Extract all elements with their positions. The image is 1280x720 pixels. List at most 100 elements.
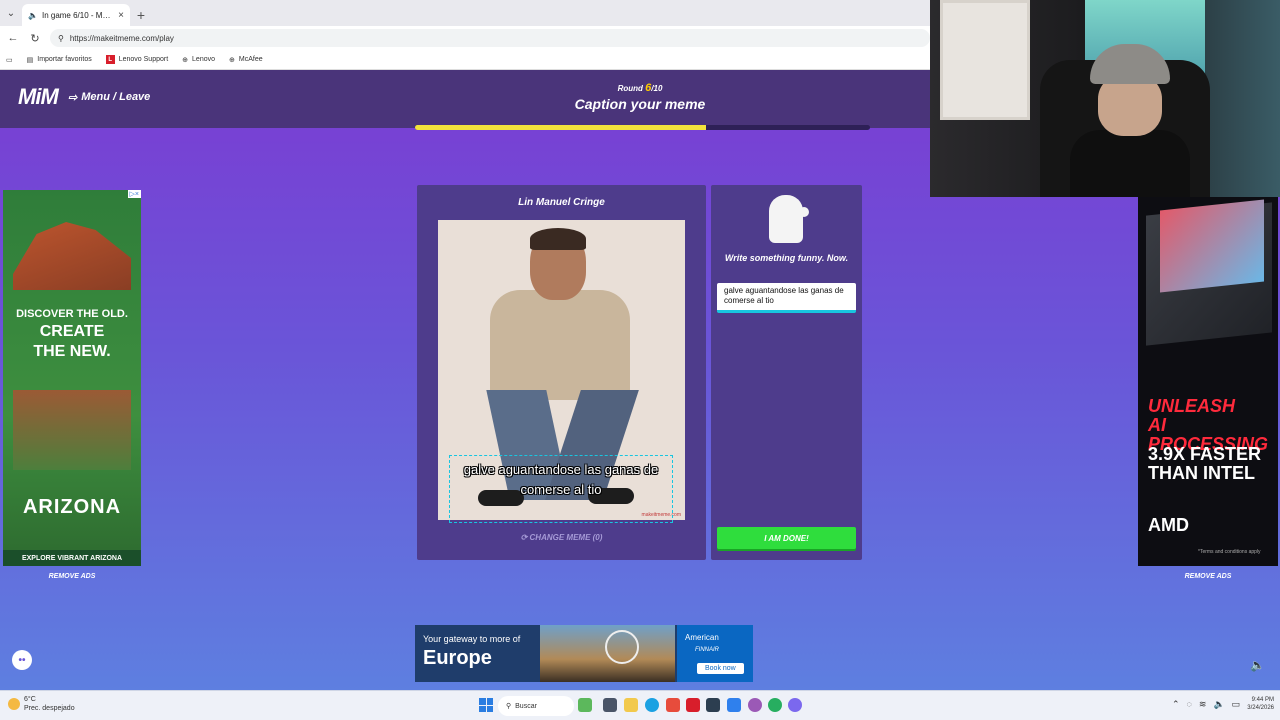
ad-fine-print: *Terms and conditions apply [1198,549,1261,555]
ghost-hand-icon [799,207,809,217]
ad-left-arizona[interactable]: DISCOVER THE OLD. CREATE THE NEW. ARIZON… [3,190,141,566]
site-info-icon[interactable]: ⚲ [58,34,64,43]
ad-line: CREATE [39,322,105,340]
bookmark-mcafee[interactable]: ⊕ McAfee [229,56,263,64]
bookmark-importar[interactable]: ▤ Importar favoritos [27,56,92,64]
write-prompt: Write something funny. Now. [724,253,849,263]
weather-widget[interactable]: 6°C Prec. despejado [8,695,75,713]
ad-american-logo: American [685,633,719,642]
discord-icon[interactable] [788,698,802,712]
ferris-wheel-icon [605,630,639,664]
back-arrow-icon[interactable]: ← [6,32,20,44]
tab-actions-icon[interactable]: ▭ [6,56,13,64]
bookmarks-bar: ▭ ▤ Importar favoritos L Lenovo Support ⊕ L… [0,50,930,70]
webcam-overlay [930,0,1280,197]
battery-icon[interactable]: ▭ [1232,699,1241,710]
chevron-up-icon[interactable]: ⌃ [1172,699,1180,710]
edge-icon[interactable] [645,698,659,712]
tray-app-icon[interactable]: ◌ [1187,699,1192,710]
globe-icon: ⊕ [229,56,235,64]
round-total: /10 [651,84,663,93]
ad-europe-text: Europe [423,647,492,669]
windows-start-icon[interactable] [479,698,493,712]
done-button[interactable]: I AM DONE! [717,527,856,549]
weather-sun-icon [8,698,20,711]
tab-title: In game 6/10 - Make It Meme [41,10,115,20]
ad-rock-image [13,222,131,290]
remove-ads-left[interactable]: REMOVE ADS [3,573,141,580]
bookmark-label: Importar favoritos [37,56,92,63]
write-panel: Write something funny. Now. galve aguant… [711,185,862,560]
remove-ads-right[interactable]: REMOVE ADS [1138,573,1278,580]
address-bar-row: ← ↻ ⚲ https://makeitmeme.com/play [0,26,930,50]
taskbar-search[interactable]: ⚲ Buscar [498,696,574,716]
clock-time: 9:44 PM [1251,697,1274,703]
taskbar-app-icon[interactable] [748,698,762,712]
calculator-icon[interactable] [706,698,720,712]
reload-icon[interactable]: ↻ [28,32,42,45]
search-icon: ⚲ [506,703,512,710]
volume-icon[interactable]: 🔈 [1250,658,1265,672]
bookmark-lenovo[interactable]: ⊕ Lenovo [182,56,215,64]
ad-laptop-screen [1160,199,1264,293]
taskbar-app-icon[interactable] [666,698,680,712]
ad-bottom-europe[interactable]: Your gateway to more of Europe American … [415,625,753,682]
bookmark-label: McAfee [238,56,263,63]
change-meme-label: CHANGE MEME (0) [529,533,603,542]
chat-bubble-icon[interactable]: •• [12,650,32,670]
meme-figure-shirt [490,290,630,400]
weather-desc: Prec. despejado [24,705,75,713]
meme-caption-box[interactable]: galve aguantandose las ganas de comerse … [449,455,673,523]
round-label: Round [617,84,643,93]
ad-footer: EXPLORE VIBRANT ARIZONA [3,550,141,566]
chrome-icon[interactable] [768,698,782,712]
taskbar-app-icon[interactable] [603,698,617,712]
round-timer-bar [415,125,870,130]
amd-logo: AMD [1148,515,1189,535]
round-timer-fill [415,125,707,130]
taskbar-search-label: Buscar [515,702,537,710]
wifi-icon[interactable]: ≋ [1199,699,1207,710]
meme-panel: Lin Manuel Cringe makeitmeme.com galve a… [417,185,706,560]
browser-tab-active[interactable]: 🔈 In game 6/10 - Make It Meme × [22,4,130,26]
webcam-door [940,0,1030,120]
lenovo-icon[interactable] [686,698,700,712]
ad-line: 3.9X FASTER [1148,444,1262,464]
speaker-icon: 🔈 [28,10,38,20]
speaker-icon[interactable]: 🔈 [1213,699,1224,710]
system-tray[interactable]: ⌃ ◌ ≋ 🔈 ▭ [1172,699,1240,710]
windows-taskbar: 6°C Prec. despejado ⚲ Buscar ⌃ ◌ ≋ 🔈 ▭ 9… [0,690,1280,720]
bookmark-label: Lenovo [192,56,215,63]
ad-sub: 3.9X FASTER THAN INTEL [1148,445,1276,483]
file-explorer-icon[interactable] [624,698,638,712]
ad-line: DISCOVER THE OLD. [16,308,128,320]
ad-line: THE NEW. [33,342,111,360]
ad-finnair-logo: FINNAIR [695,647,719,653]
adchoices-icon[interactable]: ▷× [127,190,141,198]
ad-waterfall-image [13,390,131,470]
lenovo-l-icon: L [105,55,115,64]
bookmark-lenovo-support[interactable]: L Lenovo Support [105,55,169,64]
meme-figure-hair [530,228,586,250]
url-field[interactable]: ⚲ https://makeitmeme.com/play [50,29,930,47]
caption-input[interactable]: galve aguantandose las ganas de comerse … [717,283,856,313]
tab-list-chevron-icon[interactable]: ⌄ [0,0,22,26]
change-meme-button[interactable]: ⟳ CHANGE MEME (0) [417,533,706,542]
webcam-person-shirt [1070,130,1190,197]
book-now-button[interactable]: Book now [697,663,744,674]
close-tab-icon[interactable]: × [118,10,124,21]
url-text: https://makeitmeme.com/play [69,33,174,43]
new-tab-plus-icon[interactable]: + [130,4,152,26]
meme-template-name: Lin Manuel Cringe [518,197,605,208]
globe-icon: ⊕ [182,56,189,64]
ad-left-text: DISCOVER THE OLD. CREATE THE NEW. [13,308,131,362]
ad-brand: ARIZONA [22,496,122,518]
clock-date: 3/24/2026 [1247,705,1274,712]
ad-right-amd[interactable]: UNLEASH AI PROCESSING 3.9X FASTER THAN I… [1138,197,1278,566]
bookmark-label: Lenovo Support [118,56,169,63]
ad-line: THAN INTEL [1148,462,1255,483]
browser-tabbar: ⌄ 🔈 In game 6/10 - Make It Meme × + [0,0,930,26]
taskbar-app-icon[interactable] [727,698,741,712]
taskbar-app-icon[interactable] [578,698,592,712]
taskbar-clock[interactable]: 9:44 PM 3/24/2026 [1240,696,1274,713]
